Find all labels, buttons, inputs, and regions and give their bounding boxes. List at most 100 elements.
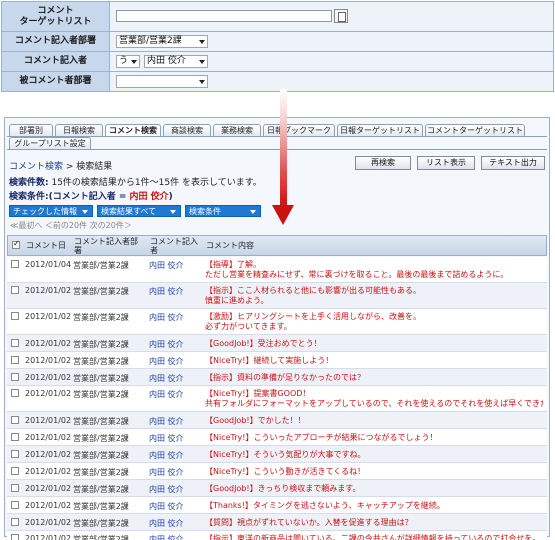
col-body[interactable]: コメント内容 xyxy=(206,241,254,250)
tab-task-search[interactable]: 業務検索 xyxy=(213,124,261,136)
breadcrumb-comment-search-link[interactable]: コメント検索 xyxy=(9,162,63,172)
breadcrumb-current: > 検索結果 xyxy=(63,162,113,172)
writer-row: コメント記入者 う 内田 佼介 xyxy=(2,52,553,72)
writer-link[interactable]: 内田 佼介 xyxy=(149,501,184,512)
result-panel: 部署別 日報検索 コメント検索 商談検索 業務検索 日報ブックマーク 日報ターゲ… xyxy=(4,117,550,540)
comment-body[interactable]: 【NiceTry!】そういう気配りが大事ですね。 xyxy=(205,450,543,460)
comment-body[interactable]: 【NiceTry!】継続して実施しよう！ xyxy=(205,356,543,366)
writer-link[interactable]: 内田 佼介 xyxy=(149,518,184,529)
row-checkbox[interactable] xyxy=(11,312,19,320)
writer-link[interactable]: 内田 佼介 xyxy=(149,339,184,350)
row-checkbox[interactable] xyxy=(11,518,19,526)
tab-comment-search[interactable]: コメント検索 xyxy=(105,124,161,136)
tab-deal-search[interactable]: 商談検索 xyxy=(163,124,211,136)
target-dept-label: 被コメント者部署 xyxy=(2,72,110,91)
comment-body[interactable]: 【GoodJob!】でかした！！ xyxy=(205,416,543,426)
table-row: 2012/01/02 営業部/営業2課 内田 佼介 【指示】東洋の新商品は聞いている。… xyxy=(7,531,547,540)
row-checkbox[interactable] xyxy=(11,433,19,441)
writer-link[interactable]: 内田 佼介 xyxy=(149,450,184,461)
table-row: 2012/01/02 営業部/営業2課 内田 佼介 【NiceTry!】提案書GOOD… xyxy=(7,386,547,412)
comment-line: 共有フォルダにフォーマットをアップしているので、それを使えるのでそれを使えば早く… xyxy=(205,399,543,408)
table-row: 2012/01/02 営業部/営業2課 内田 佼介 【Thanks!】タイミングを逃さ… xyxy=(7,497,547,514)
row-checkbox[interactable] xyxy=(11,467,19,475)
comment-body[interactable]: 【NiceTry!】こういったアプローチが結果につながるでしょう！ xyxy=(205,433,543,443)
writer-select[interactable]: 内田 佼介 xyxy=(144,55,208,68)
comment-body[interactable]: 【Thanks!】タイミングを逃さないよう、キャッチアップを継続。 xyxy=(205,501,543,511)
comment-body[interactable]: 【GoodJob!】きっちり検収まで頼みます。 xyxy=(205,484,543,494)
writer-link[interactable]: 内田 佼介 xyxy=(149,534,184,540)
row-checkbox[interactable] xyxy=(11,534,19,540)
col-dept[interactable]: コメント記入者部署 xyxy=(74,237,144,255)
select-all-checkbox[interactable] xyxy=(12,239,20,249)
search-conditions-menu[interactable]: 検索条件 xyxy=(185,205,261,217)
col-user[interactable]: コメント記入者 xyxy=(150,237,198,255)
comment-line: 慎重に進めよう。 xyxy=(205,296,269,305)
list-view-button[interactable]: リスト表示 xyxy=(417,156,475,170)
writer-link[interactable]: 内田 佼介 xyxy=(149,467,184,478)
comment-body[interactable]: 【指示】資料の準備が足りなかったのでは？ xyxy=(205,373,543,383)
row-checkbox[interactable] xyxy=(11,373,19,381)
writer-link[interactable]: 内田 佼介 xyxy=(149,312,184,323)
comment-date: 2012/01/02 xyxy=(25,389,72,398)
comment-body[interactable]: 【指導】了解。 ただし営業を精査みにせず、常に裏づけを取ること。最後の最後まで詰め… xyxy=(205,260,543,280)
writer-link[interactable]: 内田 佼介 xyxy=(149,286,184,297)
writer-dept: 営業部/営業2課 xyxy=(73,485,129,494)
writer-link[interactable]: 内田 佼介 xyxy=(149,356,184,367)
row-checkbox[interactable] xyxy=(11,339,19,347)
tab-group-list-settings[interactable]: グループリスト設定 xyxy=(9,137,91,149)
writer-dept: 営業部/営業2課 xyxy=(73,434,129,443)
research-button[interactable]: 再検索 xyxy=(355,156,411,170)
writer-dept: 営業部/営業2課 xyxy=(73,451,129,460)
row-checkbox[interactable] xyxy=(11,501,19,509)
list-picker-icon[interactable] xyxy=(334,9,348,23)
writer-link[interactable]: 内田 佼介 xyxy=(149,484,184,495)
table-row: 2012/01/02 営業部/営業2課 内田 佼介 【NiceTry!】継続して実施し… xyxy=(7,352,547,369)
target-dept-select[interactable] xyxy=(116,75,208,88)
row-checkbox[interactable] xyxy=(11,286,19,294)
result-count: 検索件数: 15件の検索結果から1件～15件 を表示しています。 xyxy=(9,178,262,188)
comment-date: 2012/01/02 xyxy=(25,286,72,295)
writer-dept: 営業部/営業2課 xyxy=(73,417,129,426)
tab-department[interactable]: 部署別 xyxy=(9,124,53,136)
comment-body[interactable]: 【質問】視点がずれていないか。入替を促進する理由は？ xyxy=(205,518,543,528)
comment-target-input[interactable] xyxy=(116,10,332,22)
comment-body[interactable]: 【GoodJob!】受注おめでとう！ xyxy=(205,339,543,349)
comment-body[interactable]: 【NiceTry!】提案書GOOD！ 共有フォルダにフォーマットをアップしているの… xyxy=(205,389,543,409)
comment-date: 2012/01/02 xyxy=(25,433,72,442)
writer-dept: 営業部/営業2課 xyxy=(73,519,129,528)
row-checkbox[interactable] xyxy=(11,450,19,458)
all-results-menu[interactable]: 検索結果すべて xyxy=(97,205,181,217)
comment-body[interactable]: 【指示】東洋の新商品は聞いている。二課の今井さんが詳細情報を持っているので打合せ… xyxy=(205,534,543,540)
row-checkbox[interactable] xyxy=(11,389,19,397)
row-checkbox[interactable] xyxy=(11,416,19,424)
arrow-shaft xyxy=(280,89,287,207)
row-checkbox[interactable] xyxy=(11,260,19,268)
pager[interactable]: ≪最初へ ＜前の20件 次の20件＞ xyxy=(10,220,132,231)
writer-link[interactable]: 内田 佼介 xyxy=(149,389,184,400)
row-checkbox[interactable] xyxy=(11,356,19,364)
tab-comment-target-list[interactable]: コメントターゲットリスト xyxy=(425,124,525,136)
tab-daily-search[interactable]: 日報検索 xyxy=(55,124,103,136)
checked-info-menu[interactable]: チェックした情報 xyxy=(9,205,93,217)
row-checkbox[interactable] xyxy=(11,484,19,492)
text-output-button[interactable]: テキスト出力 xyxy=(481,156,545,170)
writer-initial-select[interactable]: う xyxy=(116,55,140,68)
tab-daily-bookmark[interactable]: 日報ブックマーク xyxy=(263,124,335,136)
table-row: 2012/01/02 営業部/営業2課 内田 佼介 【GoodJob!】受注おめでとう… xyxy=(7,335,547,352)
writer-link[interactable]: 内田 佼介 xyxy=(149,260,184,271)
comment-body[interactable]: 【NiceTry!】こういう動きが活きてくるね！ xyxy=(205,467,543,477)
breadcrumb: コメント検索 > 検索結果 xyxy=(9,159,112,172)
writer-link[interactable]: 内田 佼介 xyxy=(149,416,184,427)
table-row: 2012/01/02 営業部/営業2課 内田 佼介 【質問】視点がずれていないか。入替… xyxy=(7,514,547,531)
writer-link[interactable]: 内田 佼介 xyxy=(149,373,184,384)
writer-link[interactable]: 内田 佼介 xyxy=(149,433,184,444)
comment-body[interactable]: 【激励】ヒアリングシートを上手く活用しながら、改善を。 必ず力がついてきます。 xyxy=(205,312,543,332)
col-date[interactable]: コメント日 xyxy=(26,241,66,250)
comment-line: 【Thanks!】タイミングを逃さないよう、キャッチアップを継続。 xyxy=(205,501,445,510)
tab-daily-target-list[interactable]: 日報ターゲットリスト xyxy=(337,124,423,136)
table-row: 2012/01/02 営業部/営業2課 内田 佼介 【NiceTry!】こういう動きが… xyxy=(7,463,547,480)
comment-body[interactable]: 【指示】ここ人材られると他にも影響が出る可能性もある。 慎重に進めよう。 xyxy=(205,286,543,306)
writer-dept-select[interactable]: 営業部/営業2課 xyxy=(116,35,208,48)
comment-target-row: コメント ターゲットリスト xyxy=(2,2,553,32)
table-row: 2012/01/02 営業部/営業2課 内田 佼介 【NiceTry!】こういったアプ… xyxy=(7,429,547,446)
